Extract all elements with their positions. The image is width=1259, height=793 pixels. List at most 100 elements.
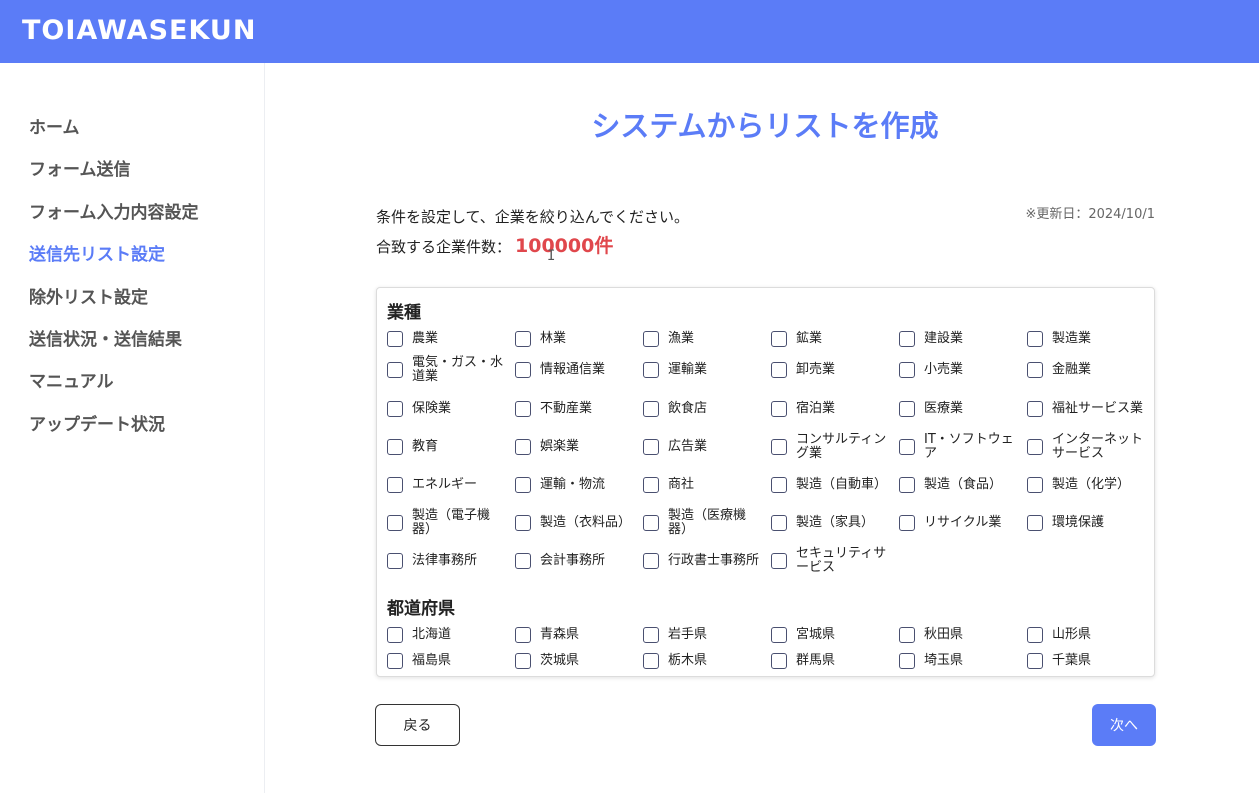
prefecture-checkbox[interactable] [771, 627, 787, 643]
industry-option[interactable]: 小売業 [899, 358, 1027, 382]
prefecture-option[interactable]: 群馬県 [771, 649, 899, 673]
prefecture-option[interactable]: 千葉県 [1027, 649, 1154, 673]
prefecture-checkbox[interactable] [771, 653, 787, 669]
sidebar-item-home[interactable]: ホーム [29, 117, 80, 139]
industry-checkbox[interactable] [1027, 331, 1043, 347]
prefecture-option[interactable]: 茨城県 [515, 649, 643, 673]
prefecture-option[interactable]: 秋田県 [899, 623, 1027, 647]
industry-checkbox[interactable] [1027, 439, 1043, 455]
industry-option[interactable]: コンサルティング業 [771, 433, 899, 461]
industry-checkbox[interactable] [515, 401, 531, 417]
industry-checkbox[interactable] [1027, 477, 1043, 493]
industry-checkbox[interactable] [515, 553, 531, 569]
industry-checkbox[interactable] [1027, 515, 1043, 531]
industry-option[interactable]: 農業 [387, 327, 515, 351]
industry-option[interactable]: エネルギー [387, 473, 515, 497]
prefecture-option[interactable]: 宮城県 [771, 623, 899, 647]
industry-checkbox[interactable] [643, 331, 659, 347]
industry-checkbox[interactable] [899, 401, 915, 417]
industry-checkbox[interactable] [643, 439, 659, 455]
industry-checkbox[interactable] [1027, 401, 1043, 417]
prefecture-checkbox[interactable] [387, 627, 403, 643]
industry-option[interactable]: 保険業 [387, 397, 515, 421]
industry-checkbox[interactable] [515, 477, 531, 493]
industry-option[interactable]: 建設業 [899, 327, 1027, 351]
industry-option[interactable]: 製造業 [1027, 327, 1154, 351]
prefecture-option[interactable]: 北海道 [387, 623, 515, 647]
industry-option[interactable]: 製造（家具） [771, 511, 899, 535]
prefecture-checkbox[interactable] [899, 627, 915, 643]
prefecture-option[interactable]: 青森県 [515, 623, 643, 647]
industry-checkbox[interactable] [899, 439, 915, 455]
industry-checkbox[interactable] [515, 439, 531, 455]
industry-checkbox[interactable] [771, 553, 787, 569]
industry-checkbox[interactable] [771, 477, 787, 493]
industry-option[interactable]: セキュリティサービス [771, 547, 899, 575]
industry-checkbox[interactable] [643, 362, 659, 378]
industry-checkbox[interactable] [771, 362, 787, 378]
industry-option[interactable]: IT・ソフトウェア [899, 433, 1027, 461]
industry-option[interactable]: 製造（食品） [899, 473, 1027, 497]
industry-checkbox[interactable] [1027, 362, 1043, 378]
industry-option[interactable]: 林業 [515, 327, 643, 351]
sidebar-item-send-status[interactable]: 送信状況・送信結果 [29, 329, 182, 351]
industry-option[interactable]: 製造（衣料品） [515, 511, 643, 535]
prefecture-checkbox[interactable] [387, 653, 403, 669]
prefecture-option[interactable]: 山形県 [1027, 623, 1154, 647]
industry-option[interactable]: 宿泊業 [771, 397, 899, 421]
industry-option[interactable]: 娯楽業 [515, 435, 643, 459]
industry-checkbox[interactable] [771, 439, 787, 455]
prefecture-option[interactable]: 栃木県 [643, 649, 771, 673]
industry-option[interactable]: 環境保護 [1027, 511, 1154, 535]
industry-option[interactable]: 製造（医療機器） [643, 509, 771, 537]
prefecture-checkbox[interactable] [899, 653, 915, 669]
industry-option[interactable]: 会計事務所 [515, 549, 643, 573]
industry-option[interactable]: 金融業 [1027, 358, 1154, 382]
industry-checkbox[interactable] [387, 515, 403, 531]
prefecture-checkbox[interactable] [643, 653, 659, 669]
industry-option[interactable]: 法律事務所 [387, 549, 515, 573]
industry-checkbox[interactable] [899, 515, 915, 531]
industry-checkbox[interactable] [387, 553, 403, 569]
industry-checkbox[interactable] [387, 401, 403, 417]
industry-checkbox[interactable] [643, 401, 659, 417]
sidebar-item-form-input-settings[interactable]: フォーム入力内容設定 [29, 202, 199, 224]
prefecture-option[interactable]: 岩手県 [643, 623, 771, 647]
sidebar-item-form-send[interactable]: フォーム送信 [29, 159, 131, 181]
prefecture-checkbox[interactable] [515, 627, 531, 643]
industry-option[interactable]: 電気・ガス・水道業 [387, 356, 515, 384]
industry-checkbox[interactable] [899, 331, 915, 347]
prefecture-checkbox[interactable] [1027, 627, 1043, 643]
next-button[interactable]: 次へ [1092, 704, 1156, 746]
back-button[interactable]: 戻る [375, 704, 460, 746]
industry-checkbox[interactable] [771, 515, 787, 531]
industry-checkbox[interactable] [643, 477, 659, 493]
industry-checkbox[interactable] [899, 362, 915, 378]
industry-option[interactable]: 教育 [387, 435, 515, 459]
industry-option[interactable]: インターネットサービス [1027, 433, 1154, 461]
industry-option[interactable]: 飲食店 [643, 397, 771, 421]
industry-option[interactable]: 製造（自動車） [771, 473, 899, 497]
sidebar-item-exclusion-list-settings[interactable]: 除外リスト設定 [29, 287, 148, 309]
industry-option[interactable]: 不動産業 [515, 397, 643, 421]
prefecture-checkbox[interactable] [1027, 653, 1043, 669]
industry-checkbox[interactable] [643, 553, 659, 569]
industry-option[interactable]: 行政書士事務所 [643, 549, 771, 573]
industry-checkbox[interactable] [899, 477, 915, 493]
industry-checkbox[interactable] [771, 401, 787, 417]
industry-option[interactable]: 医療業 [899, 397, 1027, 421]
industry-option[interactable]: 鉱業 [771, 327, 899, 351]
industry-option[interactable]: 卸売業 [771, 358, 899, 382]
prefecture-option[interactable]: 埼玉県 [899, 649, 1027, 673]
industry-checkbox[interactable] [515, 331, 531, 347]
industry-checkbox[interactable] [387, 331, 403, 347]
sidebar-item-manual[interactable]: マニュアル [29, 371, 114, 393]
sidebar-item-update-status[interactable]: アップデート状況 [29, 414, 165, 436]
industry-option[interactable]: 広告業 [643, 435, 771, 459]
industry-option[interactable]: 商社 [643, 473, 771, 497]
industry-option[interactable]: 漁業 [643, 327, 771, 351]
prefecture-option[interactable]: 福島県 [387, 649, 515, 673]
industry-option[interactable]: 情報通信業 [515, 358, 643, 382]
industry-checkbox[interactable] [515, 362, 531, 378]
industry-option[interactable]: 運輸業 [643, 358, 771, 382]
